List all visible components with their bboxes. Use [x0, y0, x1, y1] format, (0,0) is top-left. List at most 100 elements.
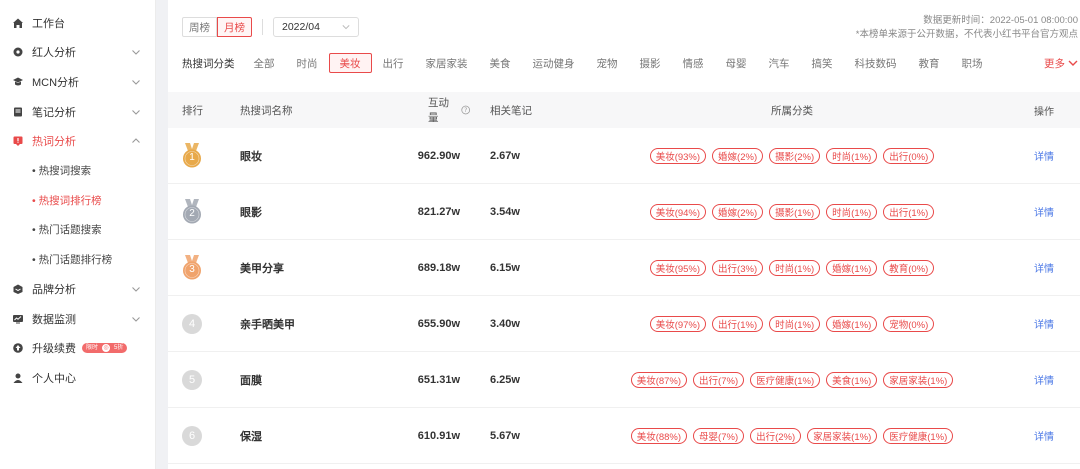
category-tab-7[interactable]: 宠物 [586, 53, 629, 73]
help-icon[interactable]: ? [460, 105, 470, 115]
category-tab-14[interactable]: 教育 [908, 53, 951, 73]
divider [262, 19, 263, 35]
table-row: 4 亲手晒美甲 655.90w 3.40w 美妆(97%) 出行(1%) 时尚(1%… [168, 296, 1080, 352]
table-header: 排行 热搜词名称 互动量 ? 相关笔记 所属分类 操作 [168, 92, 1080, 128]
category-tab-9[interactable]: 情感 [672, 53, 715, 73]
category-tag: 出行(0%) [883, 147, 935, 164]
category-tags: 美妆(94%) 婚嫁(2%) 摄影(1%) 时尚(1%) 出行(1%) [550, 203, 1034, 220]
interactions-value: 821.27w [417, 205, 460, 218]
sidebar-item-after-3[interactable]: 个人中心 [0, 363, 155, 393]
sidebar-item-2[interactable]: MCN分析 [0, 67, 155, 97]
category-tag: 家居家装(1%) [807, 427, 878, 444]
header-interactions-label: 互动量 [428, 97, 449, 124]
rank-cell: 4 [168, 313, 230, 334]
upgrade-icon [12, 342, 24, 354]
sidebar-item-label: 数据监测 [32, 313, 76, 326]
sidebar-item-3[interactable]: 笔记分析 [0, 97, 155, 127]
rank-cell: 5 [168, 369, 230, 390]
category-tag: 母婴(7%) [693, 427, 745, 444]
category-tab-6[interactable]: 运动健身 [522, 53, 586, 73]
category-tab-12[interactable]: 搞笑 [801, 53, 844, 73]
category-tab-8[interactable]: 摄影 [629, 53, 672, 73]
cap-icon [12, 76, 24, 88]
rank-cell: 3 [168, 254, 230, 281]
category-tag: 宠物(0%) [883, 315, 935, 332]
category-tag: 出行(7%) [693, 371, 745, 388]
notes-value: 2.67w [490, 149, 520, 162]
category-tag: 出行(1%) [883, 203, 935, 220]
rank-number: 1 [189, 151, 195, 163]
chevron-up-icon [132, 138, 140, 144]
sidebar-item-after-1[interactable]: 数据监测 [0, 304, 155, 334]
category-tag: 时尚(1%) [826, 203, 878, 220]
category-tab-2[interactable]: 美妆 [328, 53, 372, 73]
category-tab-0[interactable]: 全部 [243, 53, 286, 73]
promo-badge-left: 限时 [86, 345, 99, 352]
details-link[interactable]: 详情 [1034, 316, 1080, 331]
rank-number: 2 [189, 207, 195, 219]
sidebar-item-label: 升级续费 [32, 343, 76, 356]
sidebar-subitem-2[interactable]: • 热门话题搜索 [0, 215, 155, 245]
category-tab-3[interactable]: 出行 [372, 53, 415, 73]
sidebar-subitem-1[interactable]: • 热搜词排行榜 [0, 186, 155, 216]
sidebar-item-1[interactable]: 红人分析 [0, 38, 155, 68]
sidebar-item-label: 工作台 [32, 17, 65, 30]
category-tab-5[interactable]: 美食 [479, 53, 522, 73]
interactions-value: 651.31w [417, 373, 460, 386]
monitor-icon [12, 313, 24, 325]
table-row: 1 眼妆 962.90w 2.67w 美妆(93%) 婚嫁(2%) 摄影(2%) 时尚… [168, 128, 1080, 184]
table-row: 3 美甲分享 689.18w 6.15w 美妆(95%) 出行(3%) 时尚(1%)… [168, 240, 1080, 296]
header-notes: 相关笔记 [490, 104, 532, 117]
main-content: 周榜 月榜 2022/04 数据更新时间：2022-05-01 08:00:00… [156, 0, 1080, 469]
category-tab-10[interactable]: 母婴 [715, 53, 758, 73]
date-value: 2022/04 [282, 21, 320, 33]
sidebar-item-4[interactable]: 热词分析 [0, 126, 155, 156]
header-categories: 所属分类 [771, 104, 813, 117]
sidebar-subitem-0[interactable]: • 热搜词搜索 [0, 156, 155, 186]
sidebar-subitem-3[interactable]: • 热门话题排行榜 [0, 245, 155, 275]
category-tag: 摄影(2%) [769, 147, 821, 164]
notes-value: 5.67w [490, 429, 520, 442]
disclaimer: *本榜单来源于公开数据，不代表小红书平台官方观点 [855, 29, 1078, 40]
category-tag: 教育(0%) [883, 259, 935, 276]
header-name: 热搜词名称 [240, 104, 293, 117]
keyword-name: 面膜 [240, 374, 262, 387]
details-link[interactable]: 详情 [1034, 372, 1080, 387]
rank-cell: 6 [168, 425, 230, 446]
details-link[interactable]: 详情 [1034, 148, 1080, 163]
month-rank-button[interactable]: 月榜 [217, 17, 252, 37]
chevron-down-icon [132, 287, 140, 292]
more-button[interactable]: 更多 [1044, 56, 1078, 71]
details-link[interactable]: 详情 [1034, 260, 1080, 275]
chevron-down-icon [342, 25, 350, 30]
category-tag: 美妆(87%) [630, 371, 688, 388]
date-select[interactable]: 2022/04 [273, 17, 359, 37]
brand-icon [12, 283, 24, 295]
week-rank-button[interactable]: 周榜 [182, 17, 217, 37]
header-interactions: 互动量 ? [380, 95, 470, 125]
table-row: 6 保湿 610.91w 5.67w 美妆(88%) 母婴(7%) 出行(2%) 家居… [168, 408, 1080, 464]
notes-value: 6.15w [490, 261, 520, 274]
promo-badge-dot: ◎ [101, 343, 112, 354]
category-tab-1[interactable]: 时尚 [286, 53, 329, 73]
promo-badge-right: 5折 [114, 345, 124, 352]
details-link[interactable]: 详情 [1034, 204, 1080, 219]
category-tab-11[interactable]: 汽车 [758, 53, 801, 73]
category-tab-4[interactable]: 家居家装 [415, 53, 479, 73]
chevron-down-icon [132, 316, 140, 322]
category-tab-13[interactable]: 科技数码 [844, 53, 908, 73]
details-link[interactable]: 详情 [1034, 428, 1080, 443]
rank-number: 5 [188, 373, 196, 386]
update-time: 数据更新时间：2022-05-01 08:00:00 [923, 15, 1078, 26]
rank-badge: 6 [182, 425, 202, 446]
category-tag: 家居家装(1%) [883, 371, 954, 388]
category-tag: 摄影(1%) [769, 203, 821, 220]
category-tab-15[interactable]: 职场 [951, 53, 994, 73]
note-icon [12, 106, 24, 118]
period-switcher: 周榜 月榜 2022/04 [182, 17, 359, 37]
sidebar-item-after-2[interactable]: 升级续费 限时 ◎ 5折 [0, 334, 155, 364]
sidebar-item-0[interactable]: 工作台 [0, 8, 155, 38]
sidebar-item-after-0[interactable]: 品牌分析 [0, 274, 155, 304]
chevron-down-icon [132, 50, 140, 56]
category-tags: 美妆(88%) 母婴(7%) 出行(2%) 家居家装(1%) 医疗健康(1%) [550, 427, 1034, 444]
